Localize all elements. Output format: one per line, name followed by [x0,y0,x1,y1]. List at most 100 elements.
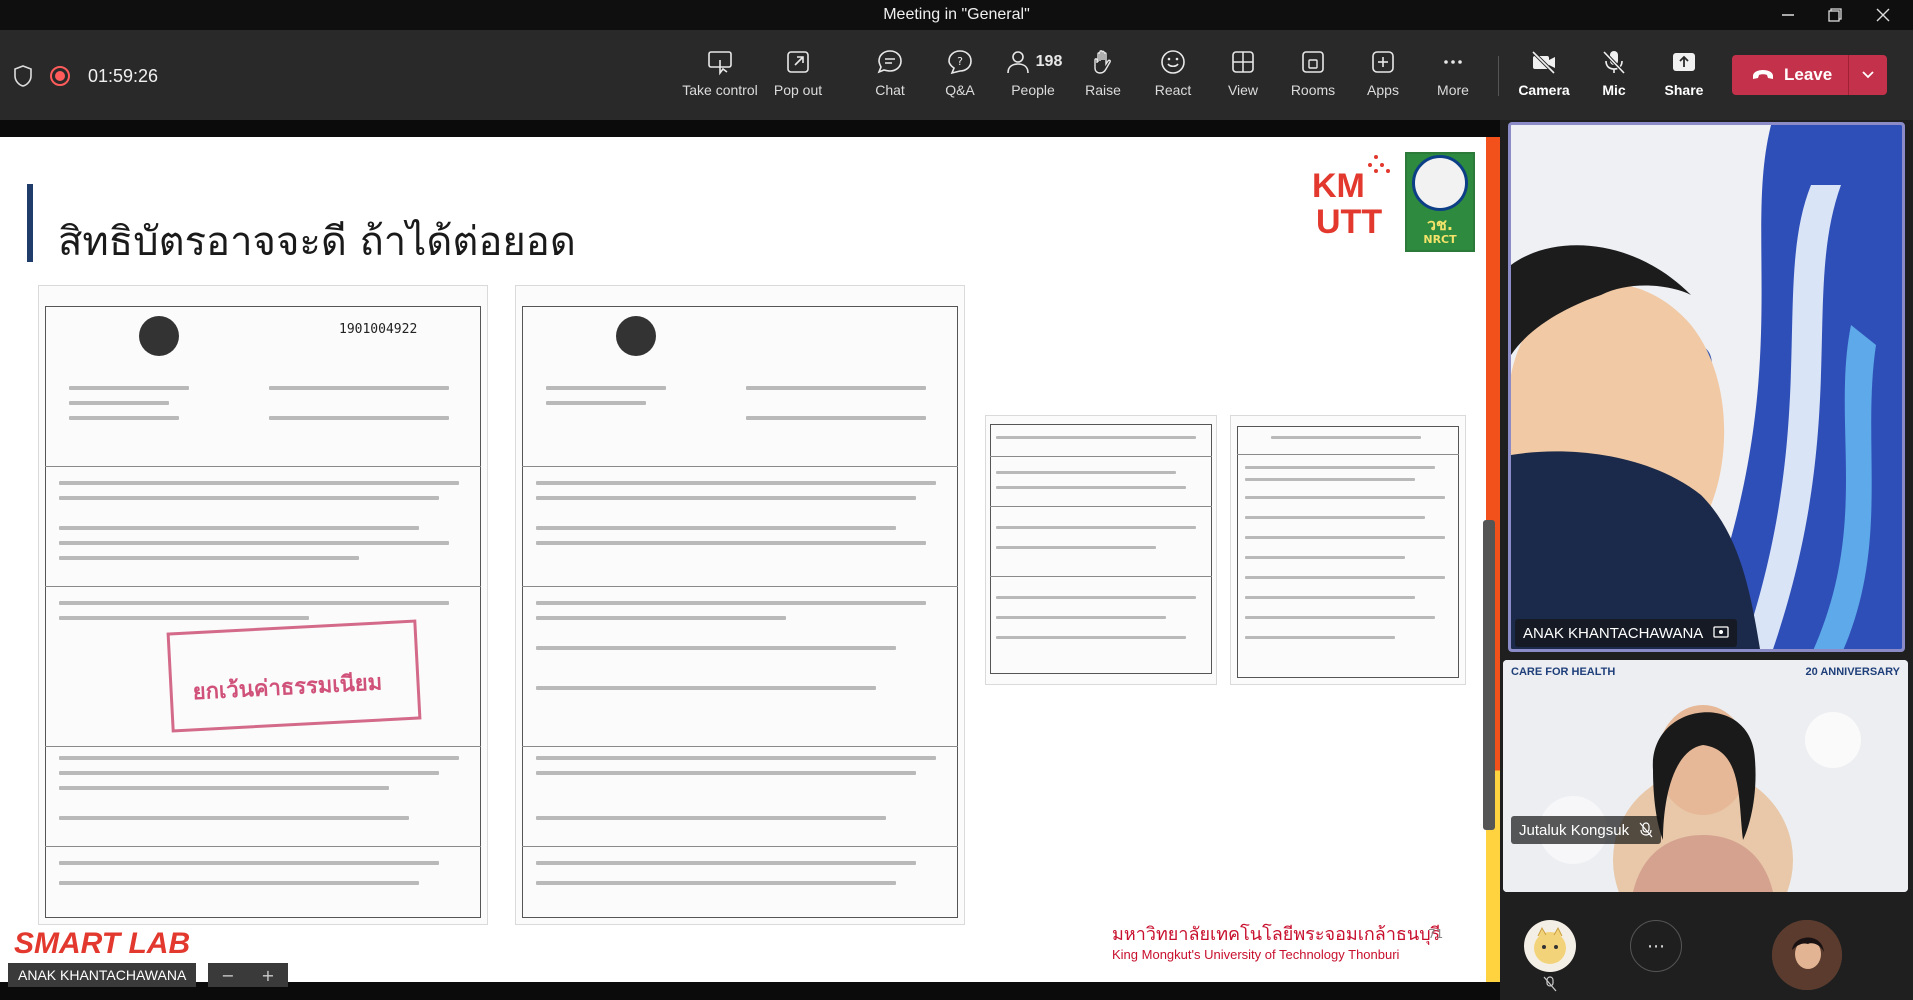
pop-out-label: Pop out [773,82,823,98]
patent-form-document-4 [1230,415,1466,685]
participant-video-tile[interactable]: D ANAK KHANTACHAWANA [1508,122,1905,652]
recording-icon [50,66,70,86]
close-window-button[interactable] [1860,0,1906,30]
chat-icon [877,50,902,74]
mic-off-icon [1543,976,1557,992]
slide-scrollbar[interactable] [1483,520,1495,830]
raise-label: Raise [1085,82,1121,98]
more-button[interactable]: More [1415,48,1491,110]
more-icon [1444,60,1462,64]
participant-strip: ⋯ [1500,910,1913,1000]
grid-icon [1232,51,1254,73]
phone-hangup-icon [1753,70,1773,79]
garuda-emblem-icon [616,316,656,356]
leave-options-dropdown[interactable] [1849,70,1887,80]
apps-button[interactable]: Apps [1345,48,1421,110]
participant-video-panel: D ANAK KHANTACHAWANA CARE FOR HEALTH 20 … [1500,120,1913,1000]
svg-text:?: ? [957,55,963,68]
more-participants-button[interactable]: ⋯ [1630,920,1682,972]
rooms-button[interactable]: Rooms [1275,48,1351,110]
participant-photo [1772,920,1842,990]
kmutt-logo: KM UTT [1312,155,1390,241]
camera-off-icon [1531,50,1556,75]
close-icon [1876,8,1890,22]
zoom-controls: − + [208,963,288,987]
stamp-text: ยกเว้นค่าธรรมเนียม [192,670,383,706]
chat-button[interactable]: Chat [852,48,928,110]
title-bar: Meeting in "General" [0,0,1913,30]
leave-label: Leave [1784,65,1833,84]
qa-button[interactable]: ? Q&A [922,48,998,110]
chat-label: Chat [875,82,905,98]
camera-label: Camera [1518,82,1570,98]
nrct-logo: วช. NRCT [1405,152,1475,252]
meeting-timer: 01:59:26 [88,65,159,86]
restore-button[interactable] [1812,0,1858,30]
nrct-logo-thai: วช. [1427,215,1453,234]
add-apps-icon [1372,51,1394,73]
participant-avatar[interactable] [1772,920,1842,990]
recording-status: 01:59:26 [14,64,158,88]
university-name-thai: มหาวิทยาลัยเทคโนโลยีพระจอมเกล้าธนบุรี [1112,924,1441,945]
qa-label: Q&A [945,82,975,98]
title-accent-bar [27,184,33,262]
fee-exemption-stamp: ยกเว้นค่าธรรมเนียม [166,619,422,733]
smartlab-logo: SMART LAB [14,927,191,960]
university-name-english: King Mongkut's University of Technology … [1112,947,1400,962]
minimize-button[interactable] [1765,0,1811,30]
presentation-slide: สิทธิบัตรอาจจะดี ถ้าได้ต่อยอด KM UTT วช.… [0,137,1500,982]
mic-off-icon [1639,822,1653,838]
presenter-name-tag: ANAK KHANTACHAWANA [8,963,197,987]
shared-content-stage: สิทธิบัตรอาจจะดี ถ้าได้ต่อยอด KM UTT วช.… [0,120,1500,1000]
camera-button[interactable]: Camera [1506,48,1582,110]
participant-avatar[interactable] [1524,920,1576,972]
participant-name: ANAK KHANTACHAWANA [1523,624,1704,642]
view-button[interactable]: View [1205,48,1281,110]
smile-icon [1161,50,1185,74]
people-icon [1006,51,1029,74]
react-button[interactable]: React [1135,48,1211,110]
slide-title: สิทธิบัตรอาจจะดี ถ้าได้ต่อยอด [58,219,576,265]
view-label: View [1227,82,1259,98]
leave-button[interactable]: Leave [1732,55,1848,95]
kmutt-logo-km: KM [1312,167,1365,205]
mic-label: Mic [1602,82,1626,98]
zoom-in-button[interactable]: + [261,966,274,985]
chevron-down-icon [1862,71,1874,79]
participant-video-feed [1503,660,1908,892]
mic-off-icon [1602,50,1626,75]
rooms-icon [1302,51,1324,73]
participant-video-feed: D [1511,125,1902,649]
patent-form-document-1: 1901004922 ยกเว้นค่าธรรมเนียม [38,285,488,925]
restore-icon [1828,8,1842,22]
pop-out-button[interactable]: Pop out [760,48,836,110]
zoom-out-button[interactable]: − [221,966,234,985]
apps-label: Apps [1367,82,1399,98]
toolbar-divider [1498,56,1499,96]
share-button[interactable]: Share [1646,48,1722,110]
take-control-button[interactable]: Take control [682,48,758,110]
take-control-icon [708,51,732,76]
cartoon-avatar-icon [1534,926,1566,964]
form-number: 1901004922 [339,322,418,337]
minimize-icon [1782,14,1794,16]
form-border [1237,426,1459,678]
form-border [45,306,481,918]
window-title: Meeting in "General" [883,6,1030,23]
participant-name-tag: ANAK KHANTACHAWANA [1515,619,1738,647]
background-banner-right: 20 ANNIVERSARY [1805,666,1900,678]
participant-name-tag: Jutaluk Kongsuk [1511,816,1662,844]
participant-name: Jutaluk Kongsuk [1519,821,1630,839]
pop-out-icon [787,51,809,73]
qa-icon: ? [948,50,972,75]
form-border [522,306,958,918]
raise-hand-button[interactable]: Raise [1065,48,1141,110]
mic-button[interactable]: Mic [1576,48,1652,110]
participant-video-tile[interactable]: CARE FOR HEALTH 20 ANNIVERSARY Jutaluk K… [1503,660,1908,892]
slide-page-number: 71 [1428,927,1444,941]
patent-form-document-3 [985,415,1217,685]
people-button[interactable]: 198 People [993,48,1073,110]
nrct-logo-english: NRCT [1423,233,1457,246]
react-label: React [1154,82,1192,98]
raise-hand-icon [1094,50,1111,74]
